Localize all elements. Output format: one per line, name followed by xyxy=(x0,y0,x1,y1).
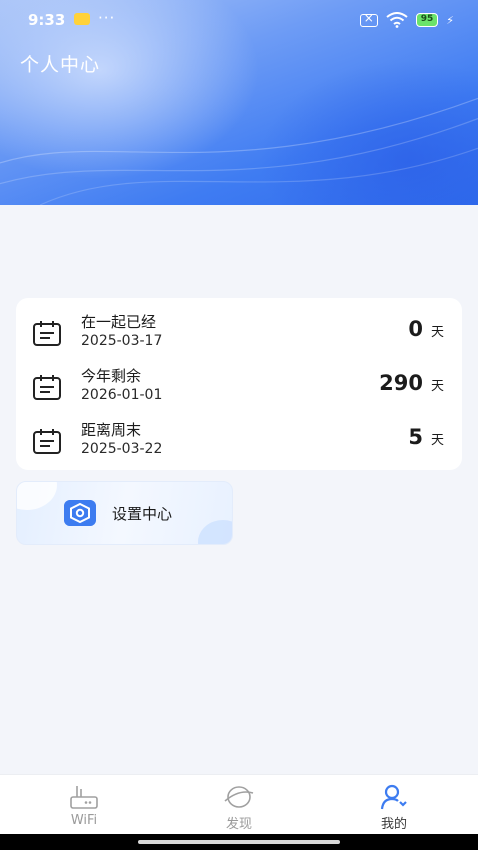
bottom-tab-bar: WiFi 发现 我的 xyxy=(0,774,478,834)
day-counter-row[interactable]: 距离周末 2025-03-22 5 天 xyxy=(16,415,462,467)
day-counter-number: 5 xyxy=(408,425,423,449)
day-counter-title: 距离周末 xyxy=(81,421,142,439)
day-counter-row[interactable]: 在一起已经 2025-03-17 0 天 xyxy=(16,307,462,359)
planet-icon xyxy=(224,786,254,808)
day-counter-unit: 天 xyxy=(430,325,444,340)
tab-wifi[interactable]: WiFi xyxy=(24,775,144,835)
tab-label: 发现 xyxy=(225,817,252,832)
settings-center-label: 设置中心 xyxy=(112,505,173,523)
home-indicator[interactable] xyxy=(138,840,340,844)
day-counter-title: 在一起已经 xyxy=(81,313,157,331)
tab-mine[interactable]: 我的 xyxy=(334,775,454,835)
day-counter-title: 今年剩余 xyxy=(81,367,142,385)
day-counter-value: 290 天 xyxy=(379,371,444,395)
tab-label: 我的 xyxy=(380,817,407,832)
settings-center-button[interactable]: 设置中心 xyxy=(16,481,233,545)
notification-app-icon xyxy=(74,13,90,25)
day-counter-unit: 天 xyxy=(430,433,444,448)
tab-label: WiFi xyxy=(70,813,98,828)
status-more-dots: ··· xyxy=(98,9,116,27)
card-decoration xyxy=(198,520,232,544)
wifi-signal-icon xyxy=(386,12,408,28)
charging-icon: ⚡ xyxy=(446,13,454,27)
day-counter-number: 290 xyxy=(379,371,423,395)
day-counter-value: 5 天 xyxy=(408,425,444,449)
settings-gear-icon xyxy=(64,500,96,526)
status-time: 9:33 xyxy=(28,11,66,29)
day-counter-value: 0 天 xyxy=(408,317,444,341)
battery-indicator: 95 xyxy=(415,13,439,27)
day-counter-row[interactable]: 今年剩余 2026-01-01 290 天 xyxy=(16,361,462,413)
day-counter-number: 0 xyxy=(408,317,423,341)
status-bar: 9:33 ··· 95 ⚡ xyxy=(0,0,478,40)
page-title: 个人中心 xyxy=(20,54,101,76)
day-counter-date: 2025-03-17 xyxy=(81,333,163,349)
calendar-icon xyxy=(33,375,61,400)
user-profile-icon xyxy=(380,784,407,810)
router-icon xyxy=(70,786,98,809)
header-banner: 9:33 ··· 95 ⚡ 个人中心 xyxy=(0,0,478,205)
no-sim-icon xyxy=(359,11,378,27)
day-counter-unit: 天 xyxy=(430,379,444,394)
system-navigation-area xyxy=(0,834,478,850)
day-counter-date: 2026-01-01 xyxy=(81,387,163,403)
tab-discover[interactable]: 发现 xyxy=(179,775,299,835)
calendar-icon xyxy=(33,429,61,454)
status-right-group: 95 ⚡ xyxy=(359,11,454,29)
calendar-icon xyxy=(33,321,61,346)
card-decoration xyxy=(17,482,57,510)
day-counter-date: 2025-03-22 xyxy=(81,441,163,457)
day-counter-card: 在一起已经 2025-03-17 0 天 今年剩余 2026-01-01 290… xyxy=(16,298,462,470)
